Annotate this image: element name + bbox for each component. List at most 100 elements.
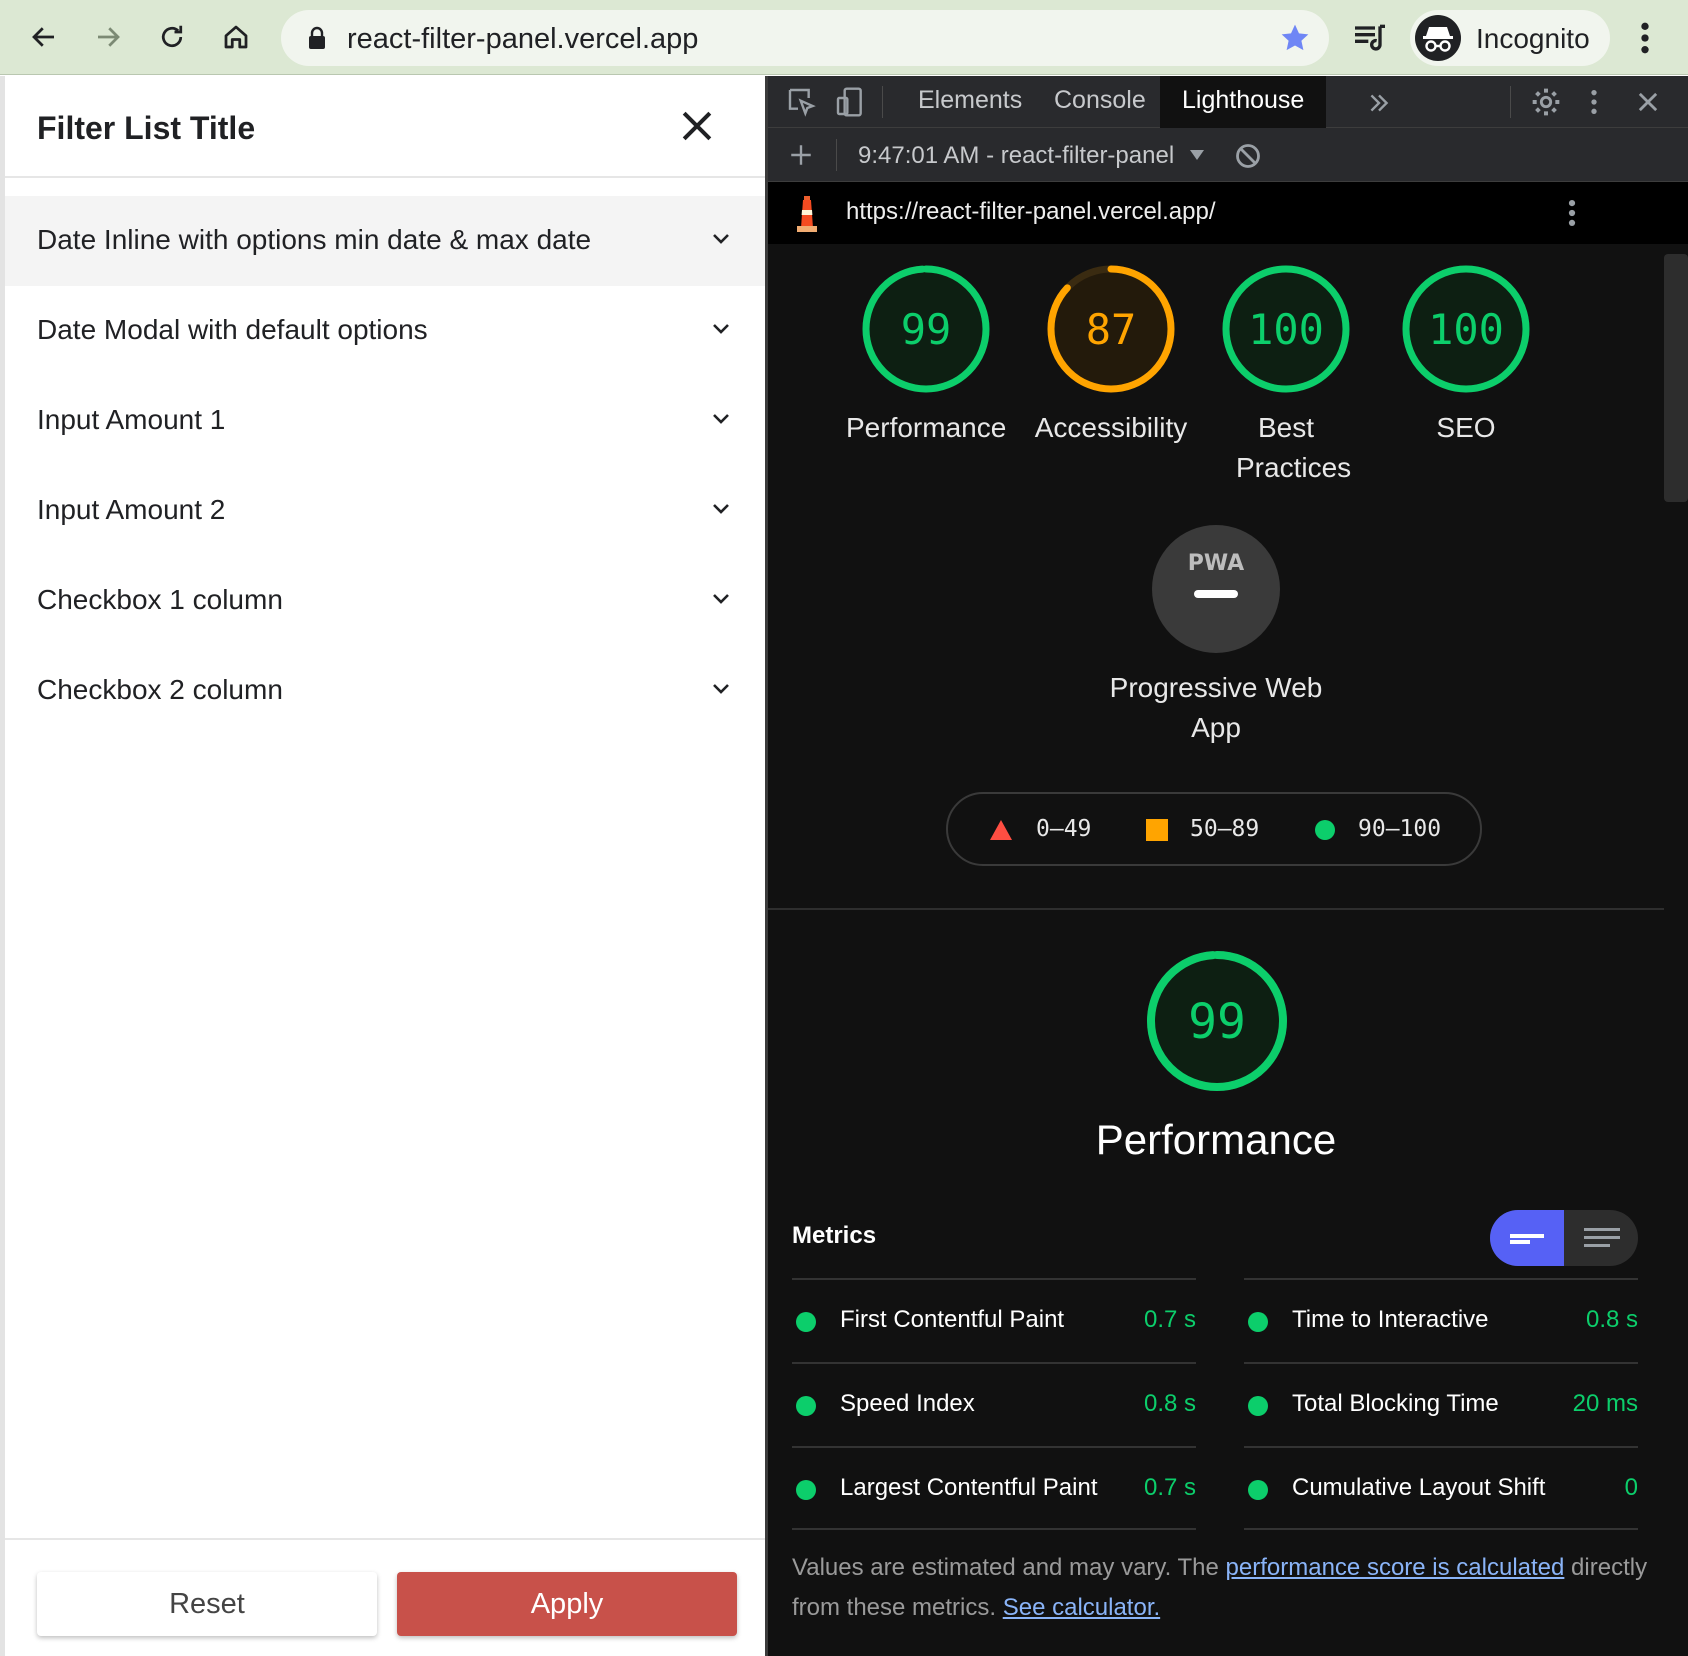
bookmark-star-icon[interactable]: [1279, 22, 1311, 54]
gauge-accessibility[interactable]: 87 Accessibility: [1026, 262, 1196, 448]
green-circle-icon: [1315, 820, 1335, 840]
gauge-score: 99: [901, 305, 952, 354]
filter-item-checkbox-2-column[interactable]: Checkbox 2 column: [5, 646, 765, 736]
address-bar[interactable]: react-filter-panel.vercel.app: [281, 10, 1329, 66]
metric-value: 0.7 s: [1143, 1306, 1196, 1333]
metric-cumulative-layout-shift[interactable]: Cumulative Layout Shift 0: [1244, 1446, 1638, 1530]
filter-panel-footer: Reset Apply: [5, 1538, 765, 1656]
gauge-performance[interactable]: 99 Performance: [846, 262, 1006, 448]
forward-button[interactable]: [84, 13, 132, 61]
new-report-plus-icon[interactable]: [788, 142, 814, 168]
see-calculator-link[interactable]: See calculator.: [1003, 1594, 1160, 1621]
media-queue-icon[interactable]: [1350, 18, 1390, 58]
metric-largest-contentful-paint[interactable]: Largest Contentful Paint 0.7 s: [792, 1446, 1196, 1530]
filter-item-label: Date Inline with options min date & max …: [37, 224, 592, 255]
apply-button[interactable]: Apply: [397, 1572, 737, 1636]
toolbar-divider: [836, 139, 837, 171]
clear-reports-icon[interactable]: [1234, 142, 1262, 170]
toolbar-divider: [882, 86, 883, 118]
metric-speed-index[interactable]: Speed Index 0.8 s: [792, 1362, 1196, 1446]
filter-item-label: Checkbox 1 column: [37, 584, 283, 615]
gauge-label: Accessibility: [1034, 412, 1188, 443]
home-button[interactable]: [212, 13, 260, 61]
pass-dot-icon: [796, 1312, 816, 1332]
metric-name: Time to Interactive: [1292, 1306, 1489, 1333]
browser-toolbar: react-filter-panel.vercel.app Incognito: [0, 0, 1688, 75]
expanded-list-icon[interactable]: [1584, 1226, 1620, 1250]
legend-range: 90–100: [1358, 816, 1442, 842]
footnote-text: Values are estimated and may vary. The: [792, 1554, 1226, 1581]
pwa-badge-icon: PWA: [1152, 525, 1280, 653]
tab-console[interactable]: Console: [1054, 86, 1146, 115]
back-arrow-icon: [32, 27, 54, 47]
device-toolbar-icon[interactable]: [834, 86, 866, 118]
toolbar-divider: [1510, 86, 1511, 118]
gauge-label: Progressive Web App: [1109, 672, 1323, 743]
pass-dot-icon: [796, 1480, 816, 1500]
incognito-icon: [1415, 15, 1461, 61]
filter-item-input-amount-1[interactable]: Input Amount 1: [5, 376, 765, 466]
filter-item-label: Date Modal with default options: [37, 314, 428, 345]
chevron-down-icon: [713, 414, 729, 424]
metric-name: Largest Contentful Paint: [840, 1474, 1098, 1501]
filter-item-date-inline[interactable]: Date Inline with options min date & max …: [5, 196, 765, 286]
back-button[interactable]: [20, 13, 68, 61]
close-icon[interactable]: [675, 104, 719, 148]
gauge-label: SEO: [1436, 412, 1496, 443]
more-tabs-icon[interactable]: [1366, 90, 1392, 116]
devtools-menu-icon[interactable]: [1586, 86, 1602, 118]
gauge-seo[interactable]: 100 SEO: [1386, 262, 1546, 448]
tab-lighthouse[interactable]: Lighthouse: [1160, 76, 1327, 128]
gauge-score: 87: [1086, 305, 1137, 354]
filter-item-checkbox-1-column[interactable]: Checkbox 1 column: [5, 556, 765, 646]
score-calculation-link[interactable]: performance score is calculated: [1226, 1554, 1565, 1581]
inspect-element-icon[interactable]: [786, 86, 818, 118]
filter-item-label: Checkbox 2 column: [37, 674, 283, 705]
reload-icon: [161, 25, 183, 48]
metric-time-to-interactive[interactable]: Time to Interactive 0.8 s: [1244, 1278, 1638, 1362]
metric-first-contentful-paint[interactable]: First Contentful Paint 0.7 s: [792, 1278, 1196, 1362]
gauge-pwa[interactable]: PWA Progressive Web App: [1106, 522, 1326, 748]
chevron-down-icon: [713, 684, 729, 694]
metrics-footnote: Values are estimated and may vary. The p…: [792, 1548, 1652, 1628]
pass-dot-icon: [1248, 1312, 1268, 1332]
metrics-view-toggle[interactable]: [1490, 1210, 1638, 1266]
chevron-down-icon: [713, 324, 729, 334]
incognito-profile-button[interactable]: Incognito: [1410, 10, 1610, 66]
gauge-best-practices[interactable]: 100 Best Practices: [1206, 262, 1366, 488]
compact-view-button[interactable]: [1490, 1210, 1564, 1266]
report-selector[interactable]: 9:47:01 AM - react-filter-panel: [858, 142, 1174, 170]
devtools-panel: Elements Console Lighthouse 9:47:01 AM -…: [765, 76, 1688, 1656]
metric-name: First Contentful Paint: [840, 1306, 1065, 1333]
chevron-down-icon: [713, 234, 729, 244]
chevron-down-icon: [713, 594, 729, 604]
lock-icon: [309, 26, 325, 49]
lighthouse-url-bar: https://react-filter-panel.vercel.app/: [768, 182, 1688, 244]
pass-dot-icon: [1248, 1396, 1268, 1416]
metric-value: 0.8 s: [1143, 1390, 1196, 1417]
filter-panel-header: Filter List Title: [5, 76, 765, 178]
legend-range: 0–49: [1036, 816, 1092, 842]
reset-button[interactable]: Reset: [37, 1572, 377, 1636]
dropdown-triangle-icon[interactable]: [1190, 150, 1204, 160]
filter-item-date-modal[interactable]: Date Modal with default options: [5, 286, 765, 376]
scrollbar-thumb[interactable]: [1664, 254, 1688, 502]
pass-dot-icon: [1248, 1480, 1268, 1500]
kebab-menu-icon[interactable]: [1630, 18, 1660, 58]
pass-dot-icon: [796, 1396, 816, 1416]
filter-item-input-amount-2[interactable]: Input Amount 2: [5, 466, 765, 556]
pwa-badge-text: PWA: [1188, 551, 1244, 576]
report-url: https://react-filter-panel.vercel.app/: [846, 198, 1216, 225]
close-devtools-icon[interactable]: [1634, 88, 1662, 116]
reload-button[interactable]: [148, 13, 196, 61]
devtools-tabbar: Elements Console Lighthouse: [768, 76, 1688, 128]
performance-title: Performance: [1095, 1116, 1337, 1163]
settings-gear-icon[interactable]: [1530, 86, 1562, 118]
orange-square-icon: [1146, 819, 1168, 841]
filter-panel: Filter List Title Date Inline with optio…: [0, 76, 765, 1656]
filter-item-label: Input Amount 2: [37, 494, 226, 525]
metric-total-blocking-time[interactable]: Total Blocking Time 20 ms: [1244, 1362, 1638, 1446]
report-menu-icon[interactable]: [1564, 196, 1580, 230]
tab-elements[interactable]: Elements: [918, 86, 1022, 115]
metric-name: Total Blocking Time: [1292, 1390, 1499, 1417]
